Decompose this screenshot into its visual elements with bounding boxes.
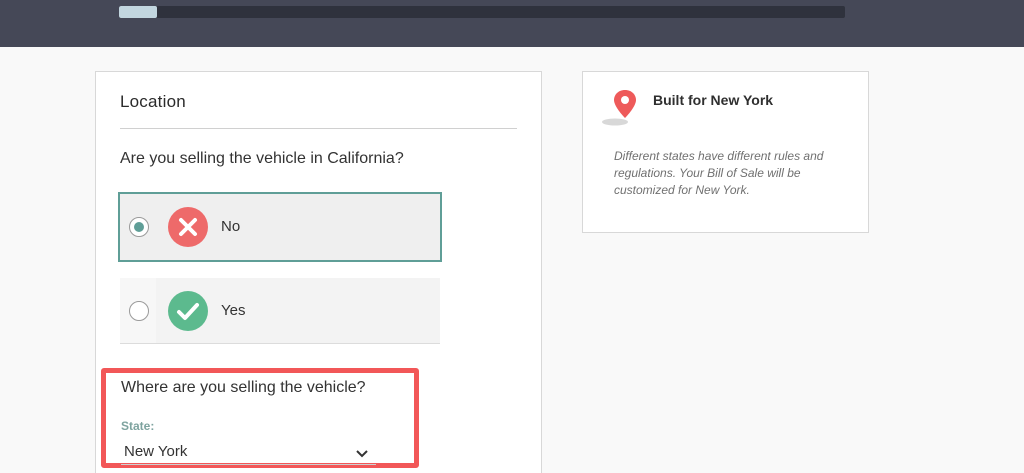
divider <box>120 128 517 129</box>
info-card: Built for New York Different states have… <box>582 71 869 233</box>
x-circle-icon <box>168 207 208 247</box>
option-yes-label: Yes <box>221 301 246 319</box>
option-no-label: No <box>221 218 241 235</box>
radio-yes[interactable] <box>129 300 149 321</box>
radio-column <box>120 278 156 343</box>
state-select[interactable]: New York <box>121 437 376 465</box>
location-card: Location Are you selling the vehicle in … <box>95 71 542 473</box>
progress-bar <box>119 6 845 18</box>
option-yes[interactable]: Yes <box>120 278 440 344</box>
info-text: Different states have different rules an… <box>614 149 824 197</box>
chevron-down-icon <box>356 445 368 463</box>
map-pin-icon <box>601 88 641 133</box>
where-question: Where are you selling the vehicle? <box>121 379 366 396</box>
radio-column <box>120 194 156 260</box>
california-question: Are you selling the vehicle in Californi… <box>120 150 404 167</box>
check-circle-icon <box>168 290 208 331</box>
option-no[interactable]: No <box>118 192 442 262</box>
state-value: New York <box>124 443 188 460</box>
info-title: Built for New York <box>653 92 774 108</box>
radio-no[interactable] <box>129 217 149 237</box>
state-label: State: <box>121 419 155 433</box>
top-bar <box>0 0 1024 47</box>
progress-fill <box>119 6 157 18</box>
section-title: Location <box>120 92 186 111</box>
state-selection-box: Where are you selling the vehicle? State… <box>101 368 419 468</box>
